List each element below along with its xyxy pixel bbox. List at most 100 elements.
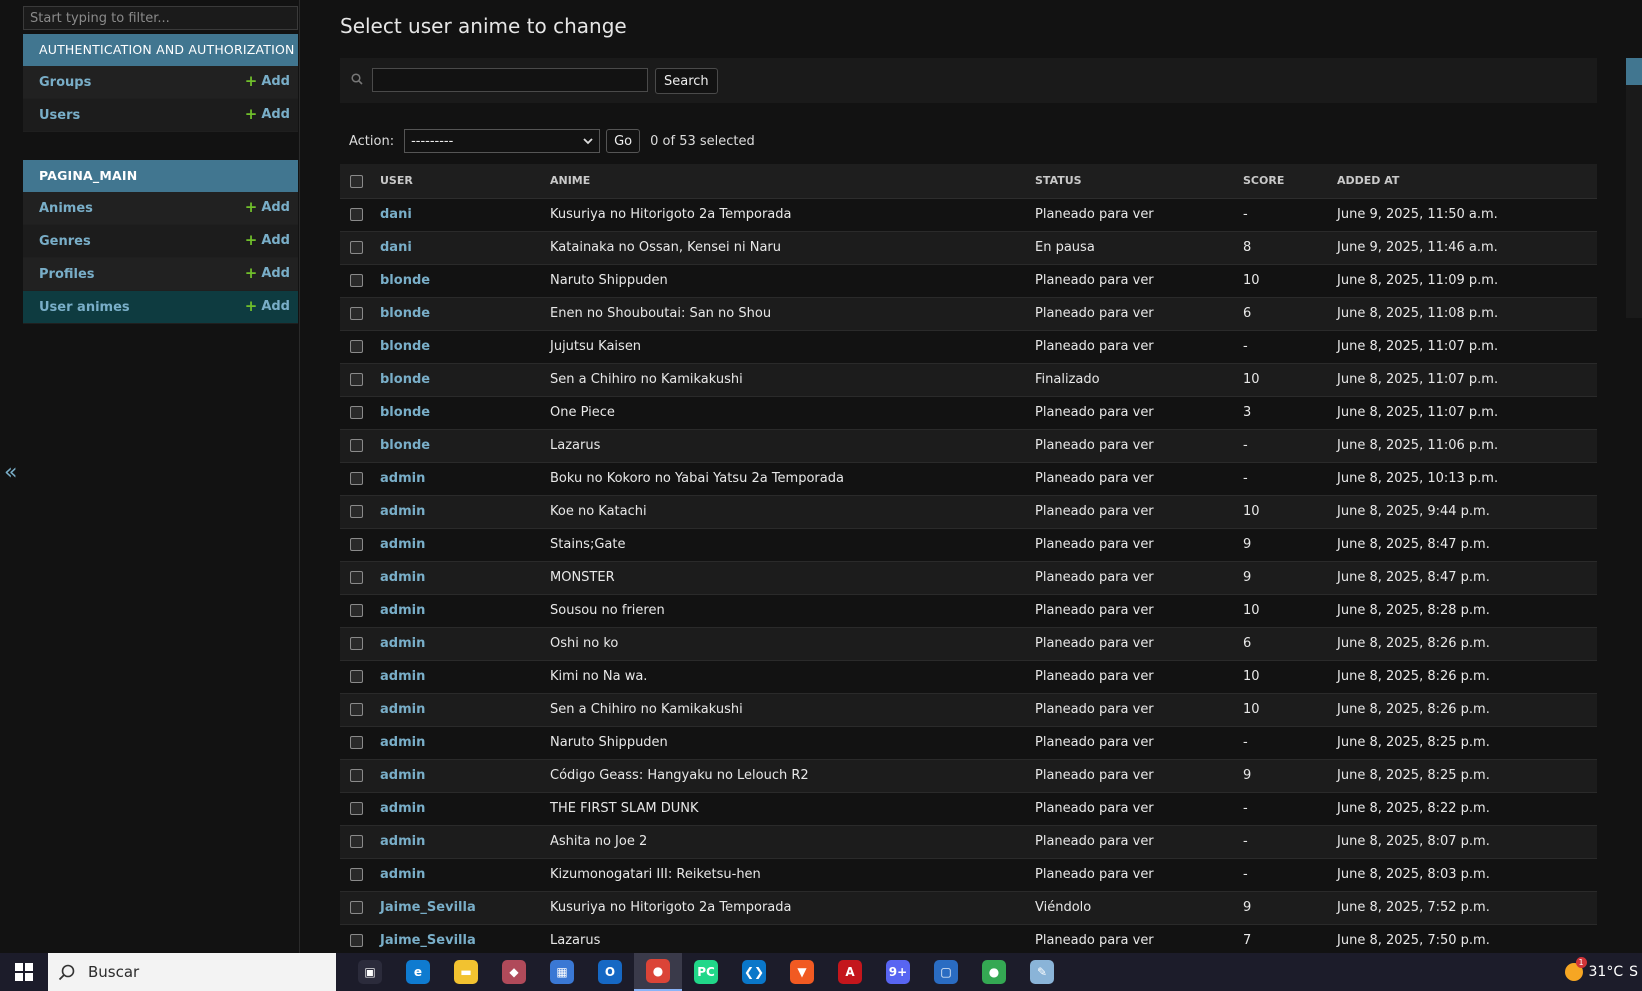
- row-checkbox[interactable]: [350, 934, 363, 947]
- model-link-animes[interactable]: Animes: [39, 201, 93, 216]
- row-checkbox[interactable]: [350, 637, 363, 650]
- user-link[interactable]: admin: [380, 801, 425, 816]
- row-checkbox[interactable]: [350, 670, 363, 683]
- taskbar-app[interactable]: ▢: [922, 953, 970, 991]
- row-checkbox[interactable]: [350, 604, 363, 617]
- row-checkbox[interactable]: [350, 571, 363, 584]
- model-link-genres[interactable]: Genres: [39, 234, 91, 249]
- user-link[interactable]: admin: [380, 735, 425, 750]
- user-link[interactable]: admin: [380, 603, 425, 618]
- user-link[interactable]: admin: [380, 669, 425, 684]
- taskbar-app[interactable]: ❮❯: [730, 953, 778, 991]
- taskbar-app[interactable]: ✎: [1018, 953, 1066, 991]
- user-link[interactable]: admin: [380, 471, 425, 486]
- weather-temp[interactable]: 31°C: [1589, 964, 1624, 980]
- module-caption-pagina-main[interactable]: PAGINA_MAIN: [23, 160, 298, 192]
- taskbar-app[interactable]: A: [826, 953, 874, 991]
- row-checkbox[interactable]: [350, 868, 363, 881]
- row-checkbox[interactable]: [350, 241, 363, 254]
- add-groups-link[interactable]: + Add: [245, 74, 290, 90]
- column-header-score[interactable]: Score: [1243, 164, 1337, 199]
- column-header-anime[interactable]: Anime: [550, 164, 1035, 199]
- search-button[interactable]: Search: [655, 68, 718, 94]
- user-link[interactable]: Jaime_Sevilla: [380, 933, 476, 948]
- module-caption-auth[interactable]: AUTHENTICATION AND AUTHORIZATION: [23, 34, 298, 66]
- table-row: admin Código Geass: Hangyaku no Lelouch R…: [340, 759, 1597, 793]
- row-checkbox[interactable]: [350, 373, 363, 386]
- model-link-profiles[interactable]: Profiles: [39, 267, 95, 282]
- taskbar-app[interactable]: ●: [970, 953, 1018, 991]
- user-link[interactable]: admin: [380, 504, 425, 519]
- row-checkbox[interactable]: [350, 208, 363, 221]
- go-button[interactable]: Go: [606, 129, 641, 153]
- column-header-status[interactable]: Status: [1035, 164, 1243, 199]
- row-checkbox[interactable]: [350, 802, 363, 815]
- add-animes-link[interactable]: + Add: [245, 200, 290, 216]
- task-view-icon: ▣: [358, 960, 382, 984]
- model-row-genres[interactable]: Genres + Add: [23, 225, 298, 258]
- row-checkbox[interactable]: [350, 406, 363, 419]
- user-link[interactable]: admin: [380, 702, 425, 717]
- row-checkbox[interactable]: [350, 439, 363, 452]
- taskbar-app[interactable]: e: [394, 953, 442, 991]
- status-cell: Planeado para ver: [1035, 792, 1243, 826]
- row-checkbox[interactable]: [350, 472, 363, 485]
- user-link[interactable]: Jaime_Sevilla: [380, 900, 476, 915]
- row-checkbox[interactable]: [350, 736, 363, 749]
- user-link[interactable]: admin: [380, 537, 425, 552]
- row-checkbox[interactable]: [350, 835, 363, 848]
- user-link[interactable]: admin: [380, 636, 425, 651]
- taskbar-app[interactable]: 9+: [874, 953, 922, 991]
- user-link[interactable]: dani: [380, 207, 412, 222]
- user-link[interactable]: admin: [380, 768, 425, 783]
- taskbar-app[interactable]: ●: [634, 953, 682, 991]
- user-link[interactable]: admin: [380, 834, 425, 849]
- nav-filter-input[interactable]: [23, 6, 298, 30]
- add-genres-link[interactable]: + Add: [245, 233, 290, 249]
- taskbar-app[interactable]: ▼: [778, 953, 826, 991]
- collapse-sidebar-icon[interactable]: «: [4, 462, 17, 484]
- row-checkbox[interactable]: [350, 703, 363, 716]
- add-users-link[interactable]: + Add: [245, 107, 290, 123]
- add-user-animes-link[interactable]: + Add: [245, 299, 290, 315]
- taskbar-app[interactable]: ▬: [442, 953, 490, 991]
- add-profiles-link[interactable]: + Add: [245, 266, 290, 282]
- row-checkbox[interactable]: [350, 274, 363, 287]
- taskbar-app[interactable]: ◆: [490, 953, 538, 991]
- action-select[interactable]: ---------: [404, 129, 601, 153]
- taskbar-app[interactable]: PC: [682, 953, 730, 991]
- user-link[interactable]: admin: [380, 570, 425, 585]
- row-checkbox[interactable]: [350, 307, 363, 320]
- column-header-user[interactable]: User: [380, 164, 550, 199]
- taskbar-app[interactable]: O: [586, 953, 634, 991]
- taskbar-app[interactable]: ▣: [346, 953, 394, 991]
- model-row-users[interactable]: Users + Add: [23, 99, 298, 132]
- user-link[interactable]: blonde: [380, 273, 430, 288]
- row-checkbox[interactable]: [350, 769, 363, 782]
- weather-icon[interactable]: [1564, 957, 1587, 981]
- user-link[interactable]: blonde: [380, 306, 430, 321]
- taskbar-search[interactable]: Buscar: [48, 953, 336, 991]
- search-input[interactable]: [372, 68, 648, 92]
- row-checkbox[interactable]: [350, 505, 363, 518]
- model-link-users[interactable]: Users: [39, 108, 80, 123]
- user-link[interactable]: blonde: [380, 405, 430, 420]
- model-row-user-animes[interactable]: User animes + Add: [23, 291, 298, 324]
- user-link[interactable]: blonde: [380, 339, 430, 354]
- user-link[interactable]: dani: [380, 240, 412, 255]
- start-button[interactable]: [0, 953, 48, 991]
- model-link-user-animes[interactable]: User animes: [39, 300, 130, 315]
- user-link[interactable]: admin: [380, 867, 425, 882]
- model-row-profiles[interactable]: Profiles + Add: [23, 258, 298, 291]
- taskbar-app[interactable]: ▦: [538, 953, 586, 991]
- user-link[interactable]: blonde: [380, 438, 430, 453]
- column-header-added-at[interactable]: Added at: [1337, 164, 1597, 199]
- row-checkbox[interactable]: [350, 340, 363, 353]
- user-link[interactable]: blonde: [380, 372, 430, 387]
- model-link-groups[interactable]: Groups: [39, 75, 91, 90]
- select-all-checkbox[interactable]: [350, 174, 363, 188]
- row-checkbox[interactable]: [350, 538, 363, 551]
- model-row-groups[interactable]: Groups + Add: [23, 66, 298, 99]
- row-checkbox[interactable]: [350, 901, 363, 914]
- model-row-animes[interactable]: Animes + Add: [23, 192, 298, 225]
